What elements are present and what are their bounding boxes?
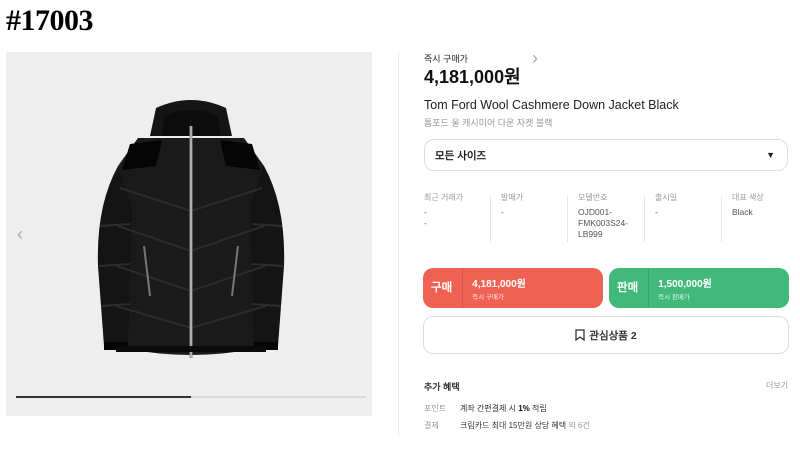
info-value: LB999 — [578, 229, 603, 239]
listing-tag: #17003 — [6, 4, 94, 37]
gallery-progress-bar — [16, 396, 366, 398]
buy-button-price: 4,181,000원 — [472, 279, 526, 290]
sell-button-sublabel: 즉시 판매가 — [658, 294, 690, 301]
column-divider — [398, 52, 399, 436]
benefit-text-suffix: 적립 — [529, 404, 547, 413]
product-gallery[interactable]: ‹ › — [6, 49, 538, 416]
product-name-en: Tom Ford Wool Cashmere Down Jacket Black — [424, 98, 679, 112]
info-release-date: 출시일 - — [655, 192, 677, 218]
info-divider — [721, 196, 722, 242]
info-value: OJD001- — [578, 207, 613, 217]
size-select[interactable]: 모든 사이즈 ▼ — [424, 139, 788, 171]
benefit-row: 포인트 계좌 간편결제 시 1% 적립 — [424, 403, 547, 414]
benefit-key: 결제 — [424, 421, 439, 430]
info-value: - — [424, 207, 427, 217]
info-value: FMK003S24- — [578, 218, 629, 228]
sell-button[interactable]: 판매 1,500,000원 즉시 판매가 — [609, 268, 789, 308]
benefit-highlight: 1% — [518, 404, 530, 413]
buy-button[interactable]: 구매 4,181,000원 즉시 구매가 — [423, 268, 603, 308]
benefits-title: 추가 혜택 — [424, 382, 460, 392]
size-select-value: 모든 사이즈 — [435, 149, 487, 162]
info-divider — [567, 196, 568, 242]
next-image-icon[interactable]: › — [352, 49, 718, 67]
info-value: - — [501, 207, 504, 217]
instant-buy-price: 4,181,000원 — [424, 67, 521, 87]
info-release-price: 발매가 - — [501, 192, 523, 218]
info-recent-trade: 최근 거래가 - - — [424, 192, 463, 229]
info-divider — [644, 196, 645, 242]
benefit-key: 포인트 — [424, 404, 447, 413]
product-image — [97, 100, 285, 358]
wishlist-label: 관심상품 2 — [589, 329, 637, 342]
benefit-text: 크림카드 최대 15만원 상당 혜택 — [460, 421, 569, 430]
info-label: 모델번호 — [578, 193, 608, 202]
product-info-grid: 최근 거래가 - - 발매가 - 모델번호 OJD001- FMK003S24-… — [424, 192, 788, 246]
chevron-down-icon: ▼ — [766, 150, 775, 160]
prev-image-icon[interactable]: ‹ — [14, 225, 26, 243]
info-label: 발매가 — [501, 193, 524, 202]
sell-button-price: 1,500,000원 — [658, 279, 712, 290]
info-value: Black — [732, 207, 753, 217]
benefit-text-suffix: 외 6건 — [568, 421, 590, 430]
gallery-progress-fill — [16, 396, 191, 398]
info-color: 대표 색상 Black — [732, 192, 764, 218]
buy-button-label: 구매 — [431, 282, 453, 294]
benefits-more-link[interactable]: 더보기 — [766, 380, 788, 391]
benefit-text: 계좌 간편결제 시 — [460, 404, 519, 413]
info-value: - — [655, 207, 658, 217]
benefit-row: 결제 크림카드 최대 15만원 상당 혜택 외 6건 — [424, 420, 590, 431]
info-value: - — [424, 218, 427, 228]
sell-button-label: 판매 — [617, 282, 639, 294]
bookmark-icon — [575, 329, 585, 341]
info-label: 대표 색상 — [732, 193, 764, 202]
product-name-ko: 톰포드 울 캐시미어 다운 자켓 블랙 — [424, 118, 553, 128]
info-label: 최근 거래가 — [424, 193, 464, 202]
info-label: 출시일 — [655, 193, 678, 202]
buy-button-sublabel: 즉시 구매가 — [472, 294, 504, 301]
info-model-number: 모델번호 OJD001- FMK003S24- LB999 — [578, 192, 628, 240]
wishlist-button[interactable]: 관심상품 2 — [423, 316, 789, 354]
info-divider — [490, 196, 491, 242]
